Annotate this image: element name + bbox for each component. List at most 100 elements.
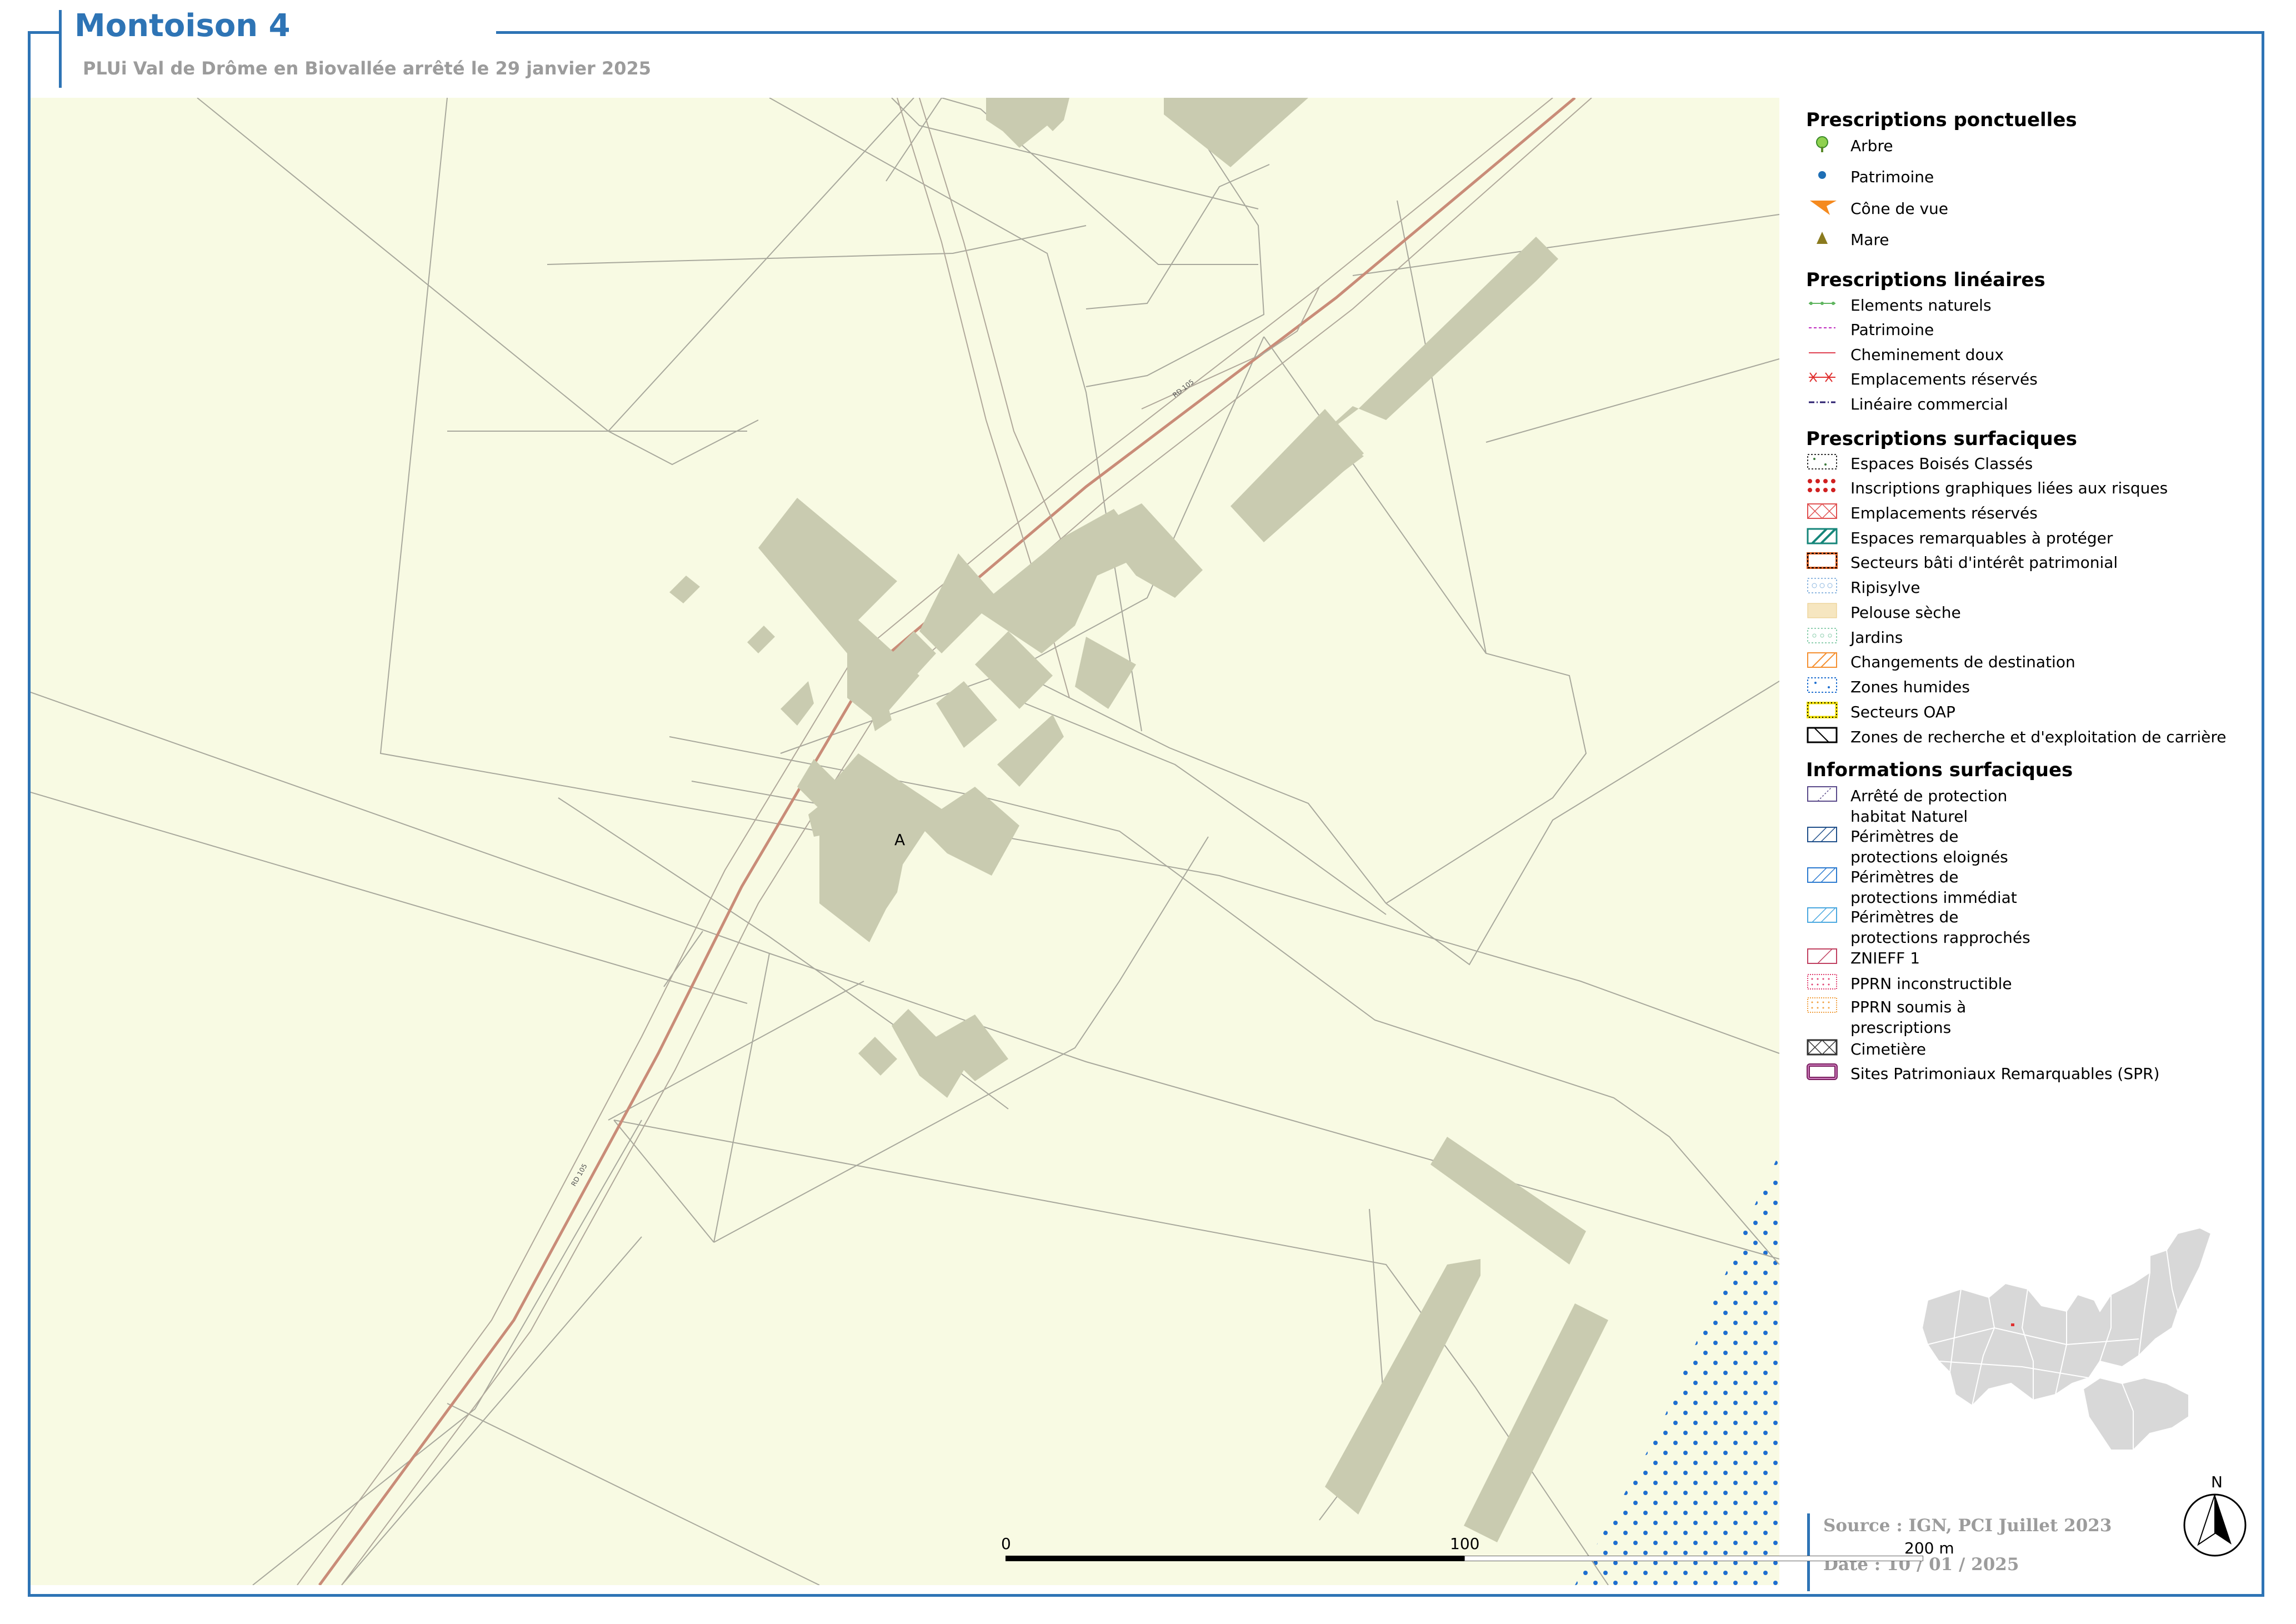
triangle-icon	[1817, 232, 1828, 244]
tree-icon	[1816, 136, 1828, 152]
remarkable-patch-icon	[1807, 528, 1838, 544]
reserved-patch-icon	[1807, 503, 1837, 519]
building	[1230, 409, 1364, 542]
legend-section-title: Prescriptions linéaires	[1806, 269, 2045, 291]
legend-label: Cône de vue	[1850, 199, 1948, 218]
source-text: Source : IGN, PCI Juillet 2023	[1823, 1516, 2112, 1536]
scale-label-100: 100	[1450, 1535, 1480, 1553]
building	[997, 714, 1064, 787]
road-label: RD 105	[1171, 378, 1195, 399]
spr-patch-icon	[1807, 1063, 1838, 1080]
pprn-orange-patch-icon	[1807, 997, 1837, 1013]
building	[975, 509, 1147, 653]
page-title: Montoison 4	[74, 8, 291, 44]
immediate-perimeter-patch-icon	[1807, 867, 1837, 883]
heritage-patch-icon	[1807, 552, 1838, 569]
wetland-zone	[1575, 1153, 1779, 1585]
building	[858, 1037, 897, 1076]
legend-section-title: Prescriptions surfaciques	[1806, 428, 2078, 450]
lane-2	[919, 98, 1087, 598]
title-rule	[498, 31, 2264, 34]
view-cone-icon	[1810, 201, 1837, 215]
legend-label: Linéaire commercial	[1850, 395, 2008, 413]
lane-3	[1141, 286, 1320, 409]
garden-patch-icon	[1807, 628, 1837, 643]
building	[892, 1009, 1008, 1098]
buildings	[669, 98, 1608, 1542]
far-perimeter-patch-icon	[1807, 827, 1837, 842]
legend-label: Périmètres de protections eloignés	[1850, 827, 2008, 866]
wetland-patch-icon	[1807, 677, 1837, 693]
legend-label: Secteurs OAP	[1850, 703, 1955, 721]
ebc-patch-icon	[1807, 454, 1837, 469]
legend-label: Pelouse sèche	[1850, 603, 1961, 622]
change-patch-icon	[1807, 652, 1837, 668]
ripisylve-patch-icon	[1807, 578, 1837, 593]
legend-label: Jardins	[1850, 628, 1903, 647]
svg-text:N: N	[2211, 1473, 2223, 1491]
close-perimeter-patch-icon	[1807, 907, 1837, 923]
building	[819, 753, 1019, 942]
location-marker	[2011, 1323, 2014, 1326]
legend-label: PPRN inconstructible	[1850, 975, 2012, 993]
building	[986, 98, 1069, 148]
title-accent-bar	[59, 10, 62, 88]
quarry-patch-icon	[1807, 727, 1838, 743]
building	[1430, 1137, 1586, 1265]
legend-label: Arrêté de protection habitat Naturel	[1850, 787, 2008, 826]
legend-label: Emplacements réservés	[1850, 504, 2038, 522]
scale-bar	[1006, 1556, 1464, 1561]
legend-label: Périmètres de protections immédiat	[1850, 868, 2017, 907]
dot-icon	[1818, 171, 1826, 179]
map-canvas[interactable]: RD 105 RD 105 A	[31, 98, 1779, 1585]
legend: Prescriptions ponctuelles Arbre Patrimoi…	[1793, 98, 2260, 1153]
legend-label: Cheminement doux	[1850, 346, 2004, 364]
building	[1075, 637, 1136, 709]
legend-label: Cimetière	[1850, 1040, 1926, 1058]
cross-line-icon	[1809, 372, 1835, 382]
building	[1164, 98, 1308, 167]
dashed-line-icon	[1809, 327, 1835, 328]
oap-patch-icon	[1807, 702, 1838, 718]
legend-label: ZNIEFF 1	[1850, 949, 1920, 967]
legend-label: Inscriptions graphiques liées aux risque…	[1850, 479, 2168, 497]
building	[669, 576, 700, 603]
legend-label: Secteurs bâti d'intérêt patrimonial	[1850, 553, 2118, 572]
legend-label: Ripisylve	[1850, 578, 1920, 597]
building	[747, 626, 775, 653]
compass-icon: N	[2183, 1473, 2247, 1557]
building	[1325, 1259, 1480, 1515]
legend-label: Mare	[1850, 231, 1889, 249]
legend-label: Sites Patrimoniaux Remarquables (SPR)	[1850, 1065, 2160, 1083]
legend-label: Patrimoine	[1850, 321, 1934, 339]
building	[1464, 1303, 1608, 1542]
legend-label: PPRN soumis à prescriptions	[1850, 998, 1967, 1037]
dotted-line-icon	[1809, 302, 1835, 305]
legend-section-title: Informations surfaciques	[1806, 759, 2073, 781]
legend-label: Arbre	[1850, 137, 1893, 155]
legend-label: Emplacements réservés	[1850, 370, 2038, 388]
dash-dot-line-icon	[1809, 401, 1835, 403]
scale-label-0: 0	[1001, 1535, 1011, 1553]
dry-lawn-patch-icon	[1807, 603, 1837, 618]
building	[936, 681, 997, 748]
legend-label: Elements naturels	[1850, 296, 1992, 314]
pprn-red-patch-icon	[1807, 974, 1837, 990]
legend-section-title: Prescriptions ponctuelles	[1806, 109, 2077, 131]
legend-label: Patrimoine	[1850, 168, 1934, 186]
line-icon	[1809, 352, 1835, 353]
scale-bar-second-half	[1464, 1556, 1923, 1561]
north-arrow: N	[2179, 1470, 2251, 1564]
map-svg: RD 105 RD 105 A	[31, 98, 1779, 1585]
legend-label: Espaces remarquables à protéger	[1850, 529, 2113, 547]
legend-label: Changements de destination	[1850, 653, 2075, 671]
map-label-a: A	[894, 831, 905, 849]
risk-patch-icon	[1808, 479, 1835, 492]
scale-label-200: 200 m	[1904, 1539, 1954, 1557]
legend-label: Périmètres de protections rapprochés	[1850, 908, 2030, 947]
road-edge-1	[297, 98, 1553, 1585]
cemetery-patch-icon	[1807, 1039, 1838, 1056]
legend-label: Zones de recherche et d'exploitation de …	[1850, 728, 2227, 746]
page-subtitle: PLUi Val de Drôme en Biovallée arrêté le…	[83, 58, 652, 79]
znieff-patch-icon	[1807, 948, 1837, 964]
